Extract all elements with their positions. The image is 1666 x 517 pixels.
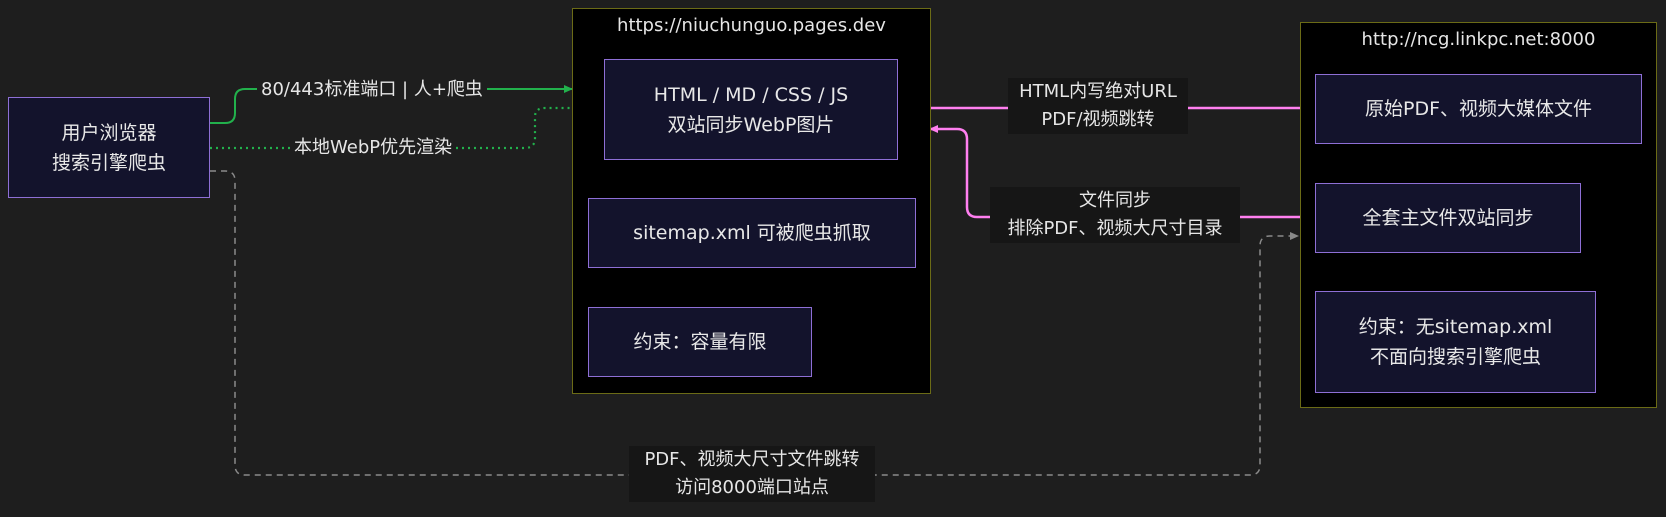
edge-label-absolute-url-line2: PDF/视频跳转 xyxy=(1041,109,1155,130)
edge-label-large-redirect: PDF、视频大尺寸文件跳转 访问8000端口站点 xyxy=(629,446,875,502)
constraint-linkpc-line1: 约束：无sitemap.xml xyxy=(1358,316,1553,338)
edge-label-file-sync-line2: 排除PDF、视频大尺寸目录 xyxy=(1007,218,1223,239)
constraint-pages-line1: 约束：容量有限 xyxy=(633,331,767,353)
edge-label-standard-port-text: 80/443标准端口 | 人+爬虫 xyxy=(261,79,483,100)
edge-label-standard-port: 80/443标准端口 | 人+爬虫 xyxy=(257,76,487,104)
deployment-diagram: 用户浏览器 搜索引擎爬虫 https://niuchunguo.pages.de… xyxy=(0,0,1666,517)
user-node-line2: 搜索引擎爬虫 xyxy=(51,151,166,174)
edge-label-absolute-url-line1: HTML内写绝对URL xyxy=(1019,81,1177,102)
sitemap-node: sitemap.xml 可被爬虫抓取 xyxy=(588,198,916,268)
edge-label-local-webp-text: 本地WebP优先渲染 xyxy=(294,137,453,158)
edge-label-file-sync: 文件同步 排除PDF、视频大尺寸目录 xyxy=(990,187,1240,243)
edge-label-absolute-url: HTML内写绝对URL PDF/视频跳转 xyxy=(1008,78,1188,134)
user-browser-node: 用户浏览器 搜索引擎爬虫 xyxy=(8,97,210,198)
constraint-pages-node: 约束：容量有限 xyxy=(588,307,812,377)
original-media-node: 原始PDF、视频大媒体文件 xyxy=(1315,74,1642,144)
html-assets-line2: 双站同步WebP图片 xyxy=(667,113,835,136)
user-node-line1: 用户浏览器 xyxy=(61,121,157,144)
linkpc-site-title: http://ncg.linkpc.net:8000 xyxy=(1361,29,1596,50)
full-sync-line1: 全套主文件双站同步 xyxy=(1362,207,1534,229)
edge-label-file-sync-line1: 文件同步 xyxy=(1079,190,1151,211)
edge-label-large-redirect-line1: PDF、视频大尺寸文件跳转 xyxy=(644,449,860,470)
html-assets-node: HTML / MD / CSS / JS 双站同步WebP图片 xyxy=(604,59,898,160)
original-media-line1: 原始PDF、视频大媒体文件 xyxy=(1364,98,1593,120)
constraint-linkpc-node: 约束：无sitemap.xml 不面向搜索引擎爬虫 xyxy=(1315,291,1596,393)
edge-label-local-webp: 本地WebP优先渲染 xyxy=(290,134,457,162)
full-sync-node: 全套主文件双站同步 xyxy=(1315,183,1581,253)
constraint-linkpc-line2: 不面向搜索引擎爬虫 xyxy=(1369,346,1541,368)
edge-label-large-redirect-line2: 访问8000端口站点 xyxy=(675,477,829,498)
pages-site-title: https://niuchunguo.pages.dev xyxy=(617,15,886,36)
html-assets-line1: HTML / MD / CSS / JS xyxy=(653,83,849,106)
sitemap-line1: sitemap.xml 可被爬虫抓取 xyxy=(633,222,871,244)
